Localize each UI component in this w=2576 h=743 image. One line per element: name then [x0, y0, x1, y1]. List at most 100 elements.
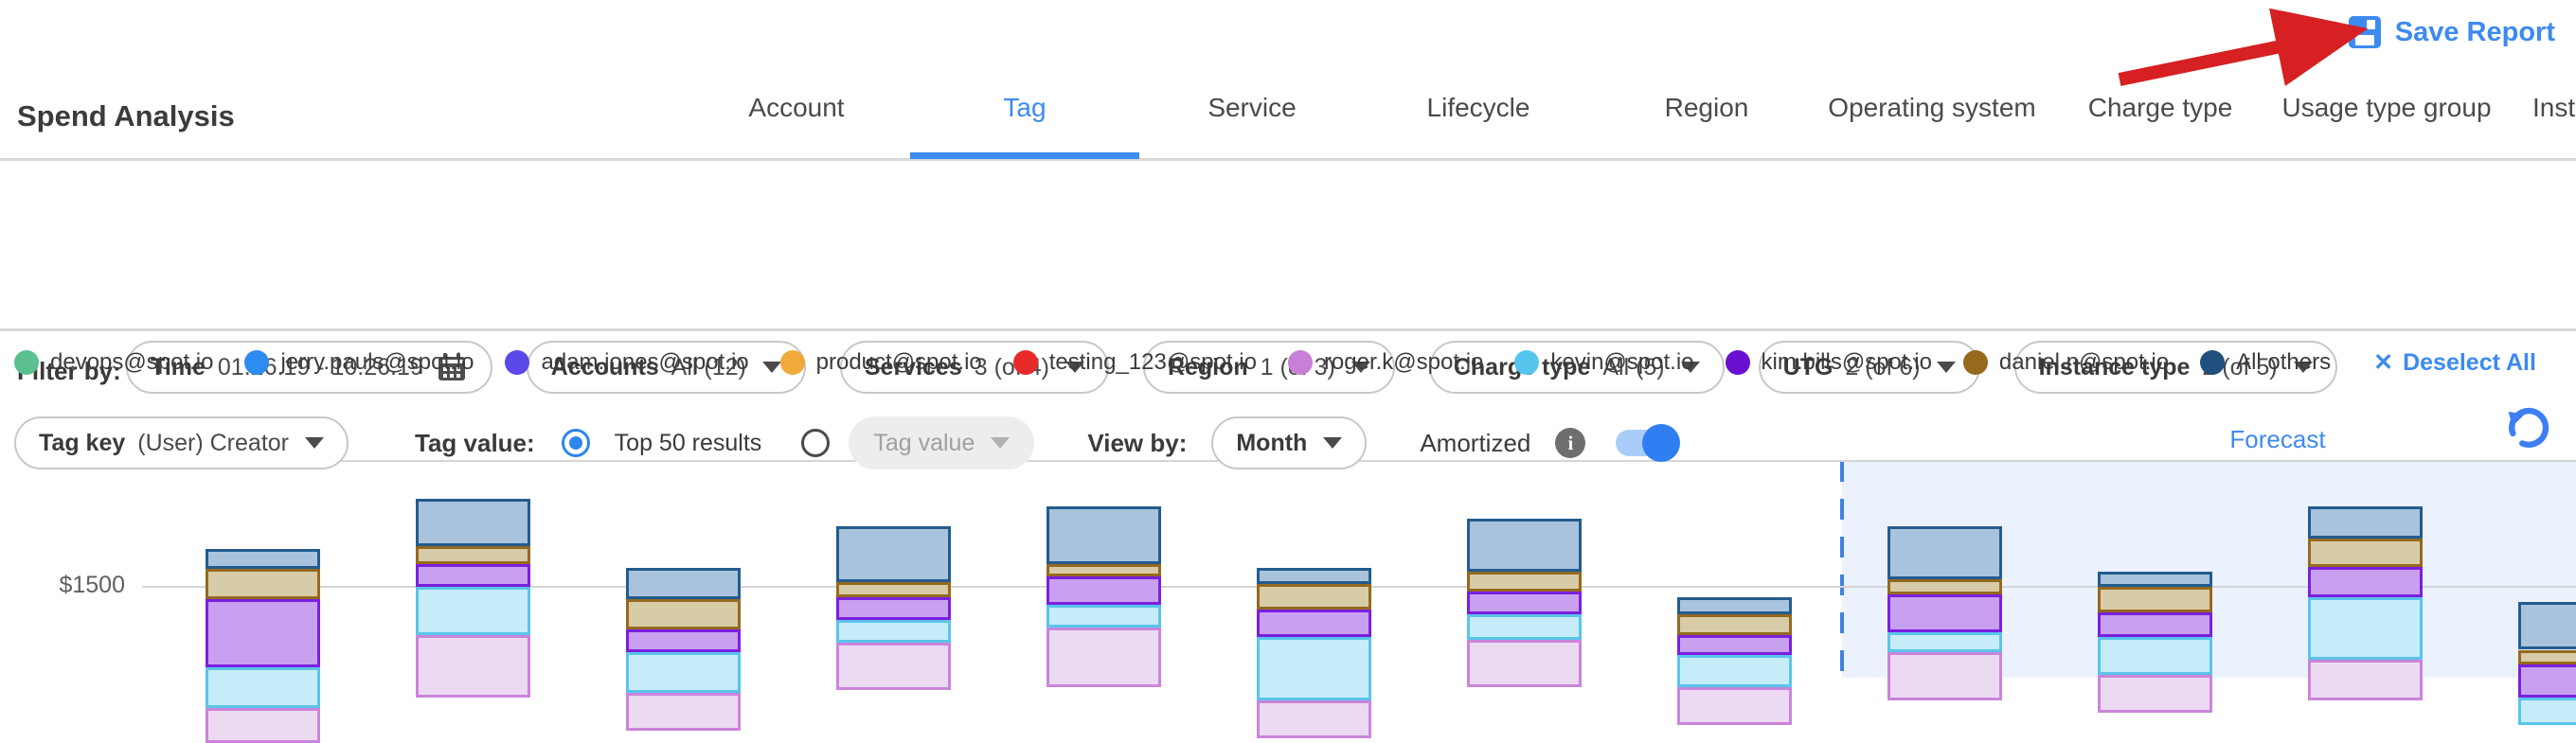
bar-segment-kevin-spot-io	[1467, 614, 1582, 640]
bar-segment-daniel-n-spot-io	[1677, 614, 1792, 634]
legend-item-kim-bills-spot-io[interactable]: kim.bills@spot.io	[1726, 349, 1932, 376]
view-by-label: View by:	[1087, 429, 1187, 458]
caret-down-icon	[991, 437, 1010, 449]
bar-segment-kevin-spot-io	[1257, 637, 1371, 700]
bar-segment-kim-bills-spot-io	[1467, 592, 1582, 614]
bar-segment-all-others	[2098, 572, 2212, 587]
save-report-button[interactable]: Save Report	[2348, 15, 2555, 49]
legend-item-daniel-n-spot-io[interactable]: daniel.n@spot.io	[1963, 349, 2169, 376]
bar-segment-daniel-n-spot-io	[1467, 572, 1582, 592]
y-axis-tick: $1500	[0, 572, 125, 599]
bar-segment-all-others	[1887, 526, 2002, 579]
bar-segment-all-others	[1046, 506, 1161, 564]
bar-segment-daniel-n-spot-io	[2308, 539, 2423, 566]
tab-usage-type-group[interactable]: Usage type group	[2281, 93, 2491, 123]
pill-label: Tag value	[873, 430, 975, 457]
legend-item-label: kim.bills@spot.io	[1762, 349, 1932, 376]
bar-segment-all-others	[1257, 568, 1371, 584]
save-report-label: Save Report	[2395, 17, 2555, 48]
legend-item-all-others[interactable]: All others	[2200, 349, 2331, 376]
legend-dot-icon	[2200, 350, 2225, 375]
bar-segment-kim-bills-spot-io	[2518, 664, 2576, 698]
bar-segment-daniel-n-spot-io	[626, 599, 741, 629]
radio-tag-value[interactable]	[801, 429, 830, 457]
amortized-toggle[interactable]	[1616, 430, 1676, 456]
legend-item-label: testing_123@spot.io	[1049, 349, 1257, 376]
filter-pill-tag-value: Tag value	[849, 416, 1034, 469]
forecast-divider-dashed-line	[1840, 461, 1844, 678]
legend-dot-icon	[244, 350, 269, 375]
bar-segment-daniel-n-spot-io	[1887, 579, 2002, 594]
bar-segment-roger-k-spot-io	[1677, 687, 1792, 725]
tab-tag[interactable]: Tag	[1003, 93, 1046, 123]
legend-item-label: devops@spot.io	[50, 349, 213, 376]
pill-label: Tag key	[39, 430, 125, 457]
bar-segment-kim-bills-spot-io	[1677, 635, 1792, 655]
filter-pill-view-by[interactable]: Month	[1211, 416, 1367, 469]
bar-segment-roger-k-spot-io	[1046, 628, 1161, 688]
tab-operating-system[interactable]: Operating system	[1828, 93, 2035, 123]
bar-segment-roger-k-spot-io	[1887, 652, 2002, 700]
bar-segment-daniel-n-spot-io	[836, 582, 951, 597]
bar-segment-daniel-n-spot-io	[1046, 564, 1161, 576]
refresh-button[interactable]	[2502, 405, 2553, 461]
legend-item-adam-jones-spot-io[interactable]: adam.jones@spot.io	[505, 349, 748, 376]
toggle-knob	[1642, 424, 1680, 462]
bar-segment-all-others	[1467, 519, 1582, 572]
bar-segment-roger-k-spot-io	[2308, 660, 2423, 700]
bar-segment-daniel-n-spot-io	[2518, 650, 2576, 665]
deselect-all-button[interactable]: ✕Deselect All	[2373, 348, 2536, 377]
info-icon[interactable]: i	[1555, 428, 1585, 458]
bar-segment-all-others	[416, 499, 530, 547]
bar-segment-kevin-spot-io	[2308, 597, 2423, 661]
legend-item-label: product@spot.io	[816, 349, 982, 376]
bar-segment-kim-bills-spot-io	[1257, 610, 1371, 637]
legend-item-kevin-spot-io[interactable]: kevin@spot.io	[1514, 349, 1693, 376]
tab-account[interactable]: Account	[748, 93, 844, 123]
tab-service[interactable]: Service	[1208, 93, 1296, 123]
amortized-label: Amortized	[1420, 429, 1530, 458]
gridline-1500	[142, 586, 2576, 588]
bar-segment-roger-k-spot-io	[1467, 640, 1582, 688]
x-icon: ✕	[2373, 348, 2393, 377]
filters-panel: Filter by: Time01.26.19 - 10.26.19Accoun…	[0, 161, 2576, 331]
filter-pill-tag-key[interactable]: Tag key (User) Creator	[14, 416, 349, 469]
bar-segment-all-others	[1677, 597, 1792, 615]
legend-item-label: All others	[2236, 349, 2331, 376]
forecast-region	[1842, 461, 2576, 678]
tab-inst[interactable]: Inst	[2532, 93, 2575, 123]
caret-down-icon	[305, 437, 324, 449]
radio-top-50-results[interactable]	[562, 429, 590, 457]
bar-segment-roger-k-spot-io	[626, 693, 741, 731]
legend-item-devops-spot-io[interactable]: devops@spot.io	[14, 349, 213, 376]
bar-segment-kim-bills-spot-io	[2098, 612, 2212, 638]
legend-item-roger-k-spot-io[interactable]: roger.k@spot.io	[1288, 349, 1483, 376]
tab-lifecycle[interactable]: Lifecycle	[1427, 93, 1530, 123]
legend-item-jerry-pauls-spot-io[interactable]: jerry.pauls@spot.io	[244, 349, 474, 376]
legend-item-label: roger.k@spot.io	[1324, 349, 1483, 376]
bar-segment-kim-bills-spot-io	[1887, 594, 2002, 632]
bar-segment-daniel-n-spot-io	[416, 546, 530, 564]
bar-segment-roger-k-spot-io	[836, 643, 951, 691]
tab-region[interactable]: Region	[1665, 93, 1749, 123]
bar-segment-kevin-spot-io	[1046, 605, 1161, 628]
pill-label: Month	[1236, 430, 1307, 457]
active-tab-underline	[910, 152, 1139, 159]
bar-segment-all-others	[836, 526, 951, 582]
caret-down-icon	[1323, 437, 1342, 449]
bar-segment-kevin-spot-io	[2518, 698, 2576, 725]
legend-dot-icon	[1288, 350, 1313, 375]
bar-segment-daniel-n-spot-io	[1257, 584, 1371, 610]
tab-charge-type[interactable]: Charge type	[2088, 93, 2233, 123]
save-icon	[2348, 15, 2382, 49]
bar-segment-kim-bills-spot-io	[416, 564, 530, 587]
legend-item-label: daniel.n@spot.io	[1999, 349, 2169, 376]
bar-segment-kim-bills-spot-io	[836, 597, 951, 620]
legend-item-testing-123-spot-io[interactable]: testing_123@spot.io	[1013, 349, 1257, 376]
legend-dot-icon	[1013, 350, 1038, 375]
bar-segment-all-others	[206, 549, 320, 569]
legend-dot-icon	[14, 350, 39, 375]
bar-segment-kevin-spot-io	[1887, 632, 2002, 652]
legend-dot-icon	[1514, 350, 1539, 375]
legend-item-product-spot-io[interactable]: product@spot.io	[780, 349, 982, 376]
